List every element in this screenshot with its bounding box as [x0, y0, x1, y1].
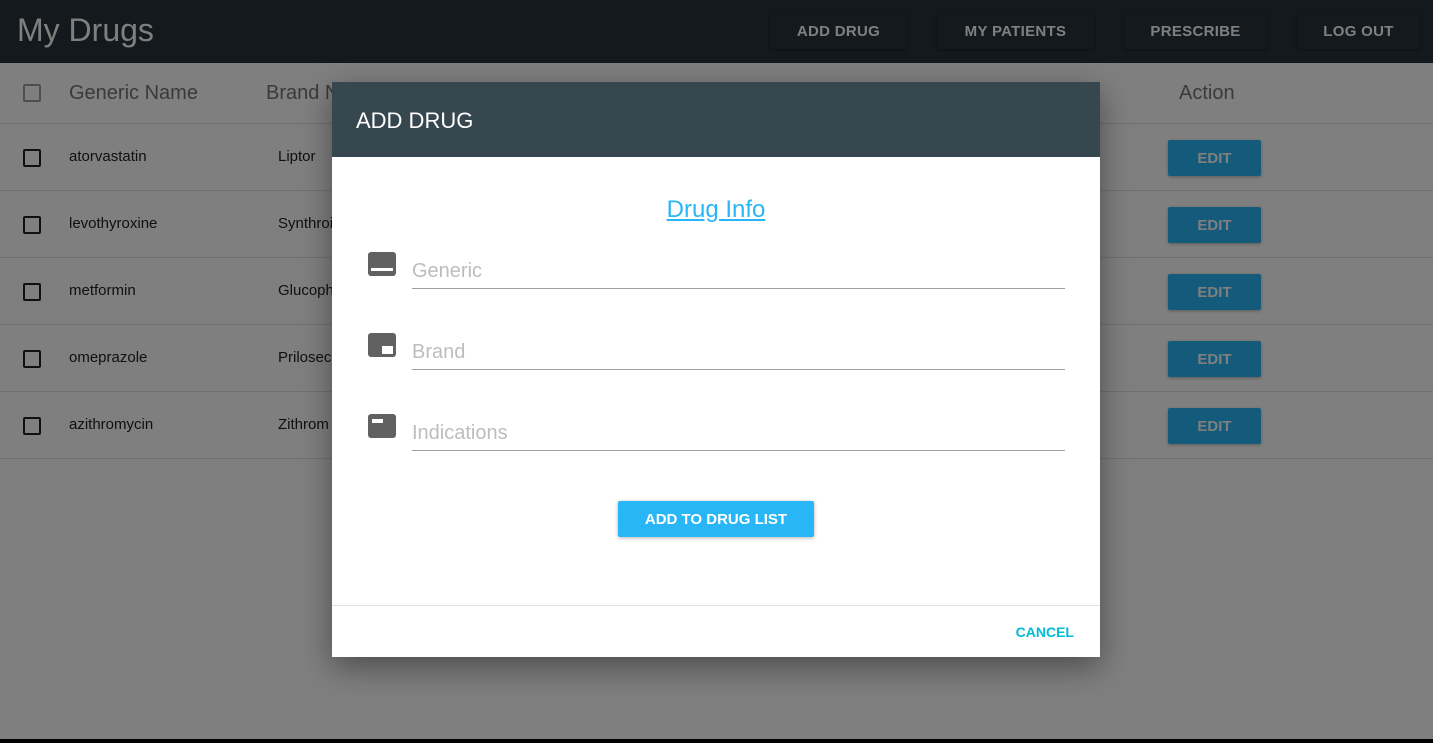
add-drug-dialog: ADD DRUG Drug Info ADD TO DRUG LIST CANC… — [332, 82, 1100, 657]
dialog-header: ADD DRUG — [332, 82, 1100, 157]
indications-input[interactable] — [412, 416, 1065, 451]
generic-input[interactable] — [412, 254, 1065, 289]
dialog-divider — [332, 605, 1100, 606]
add-to-drug-list-button[interactable]: ADD TO DRUG LIST — [618, 501, 814, 537]
drug-info-link[interactable]: Drug Info — [332, 196, 1100, 224]
picture-in-picture-icon — [368, 333, 396, 357]
cancel-button[interactable]: CANCEL — [1016, 624, 1074, 640]
brand-input[interactable] — [412, 335, 1065, 370]
subtitles-icon — [368, 252, 396, 276]
bottom-edge — [0, 739, 1433, 743]
dialog-title: ADD DRUG — [356, 108, 474, 133]
label-icon — [368, 414, 396, 438]
